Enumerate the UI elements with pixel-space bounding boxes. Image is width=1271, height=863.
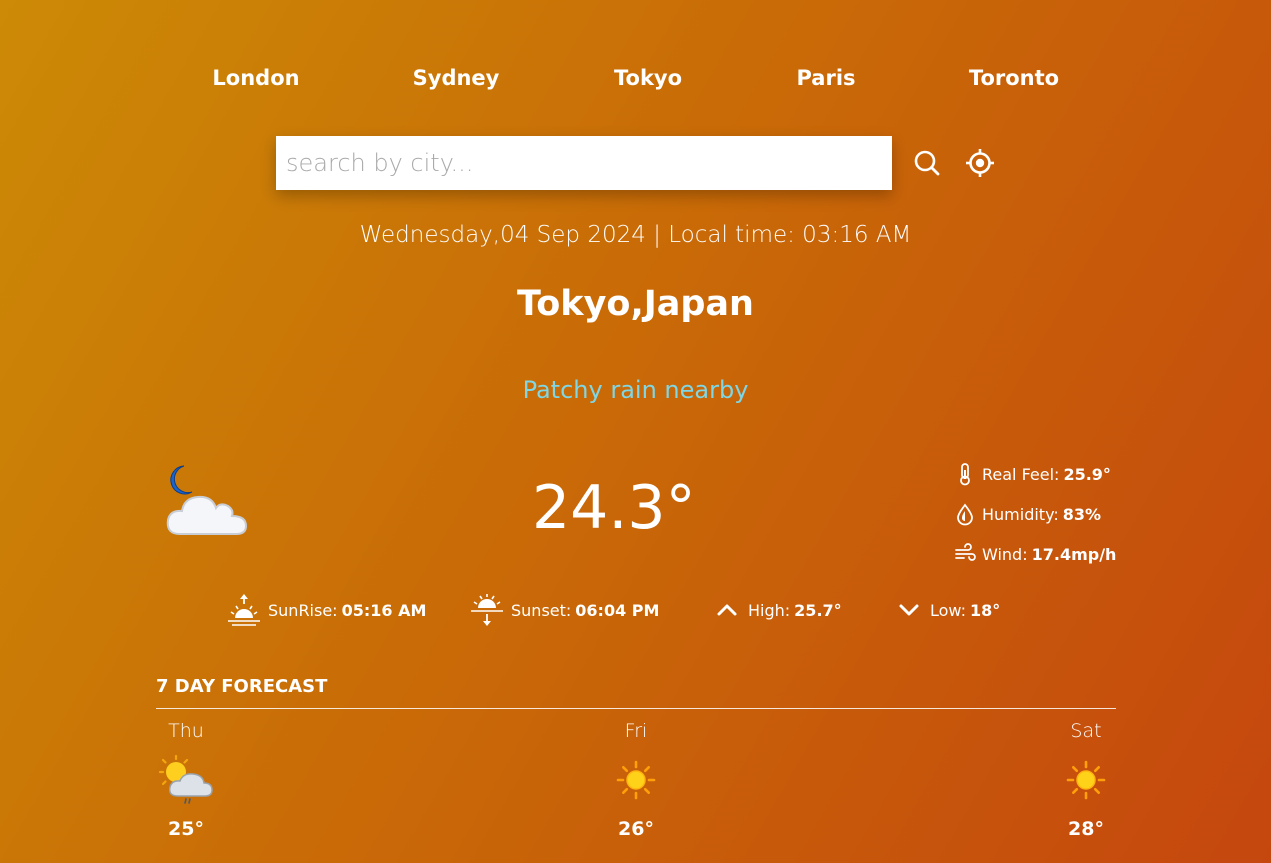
forecast-day-temp: 26° [618,818,654,840]
search-input[interactable] [276,136,892,190]
city-link-paris[interactable]: Paris [796,60,855,96]
sun-icon [601,746,671,814]
wind-row: Wind: 17.4mp/h [954,534,1154,574]
high-temp-stat: High: 25.7° [712,590,842,630]
forecast-day-temp: 25° [168,818,204,840]
wind-icon [955,543,976,561]
chevron-down-icon [899,604,919,616]
moon-cloud-icon [162,462,252,538]
thermometer-icon [960,463,970,486]
forecast-day: Fri 26° [601,716,671,844]
date-time-text: Wednesday,04 Sep 2024 | Local time: 03:1… [359,222,912,248]
real-feel-label: Real Feel: [982,464,1060,484]
city-nav: London Sydney Tokyo Paris Toronto [0,60,1271,96]
forecast-day: Thu 25° [151,716,221,844]
sunset-icon [471,594,503,626]
location-crosshair-icon[interactable] [964,147,996,179]
sunrise-icon [228,594,260,626]
forecast-day-name: Thu [168,720,204,742]
humidity-label: Humidity: [982,504,1059,524]
sunset-label: Sunset: [511,600,572,620]
sun-icon [1051,746,1121,814]
humidity-row: Humidity: 83% [954,494,1154,534]
sunrise-value: 05:16 AM [341,600,427,620]
location-title: Tokyo,Japan [517,284,754,324]
humidity-value: 83% [1062,504,1102,524]
low-label: Low: [930,600,967,620]
real-feel-row: Real Feel: 25.9° [954,454,1154,494]
chevron-up-icon [717,604,737,616]
city-link-sydney[interactable]: Sydney [413,60,500,96]
weather-condition: Patchy rain nearby [522,376,749,404]
city-link-london[interactable]: London [212,60,299,96]
weather-details: Real Feel: 25.9° Humidity: 83% Wind: 17.… [954,454,1154,574]
sunrise-stat: SunRise: 05:16 AM [226,590,426,630]
city-link-tokyo[interactable]: Tokyo [614,60,682,96]
sunset-value: 06:04 PM [575,600,660,620]
high-value: 25.7° [794,600,842,620]
low-temp-stat: Low: 18° [894,590,1000,630]
city-link-toronto[interactable]: Toronto [969,60,1059,96]
forecast-day-temp: 28° [1068,818,1104,840]
search-icon[interactable] [911,147,943,179]
high-label: High: [748,600,791,620]
forecast-day-name: Fri [624,720,648,742]
forecast-day: Sat 28° [1051,716,1121,844]
wind-value: 17.4mp/h [1031,544,1117,564]
real-feel-value: 25.9° [1063,464,1111,484]
forecast-title: 7 DAY FORECAST [156,676,328,697]
sunrise-label: SunRise: [268,600,338,620]
low-value: 18° [970,600,1001,620]
forecast-day-name: Sat [1070,720,1102,742]
current-temperature: 24.3° [532,473,696,543]
sun-temp-stats: SunRise: 05:16 AM Sunset: 06:04 PM High:… [0,590,1271,630]
sunset-stat: Sunset: 06:04 PM [469,590,659,630]
forecast-divider [156,708,1116,709]
humidity-drop-icon [957,503,973,526]
sun-rain-cloud-icon [151,746,221,814]
search-box [276,136,892,190]
wind-label: Wind: [982,544,1028,564]
